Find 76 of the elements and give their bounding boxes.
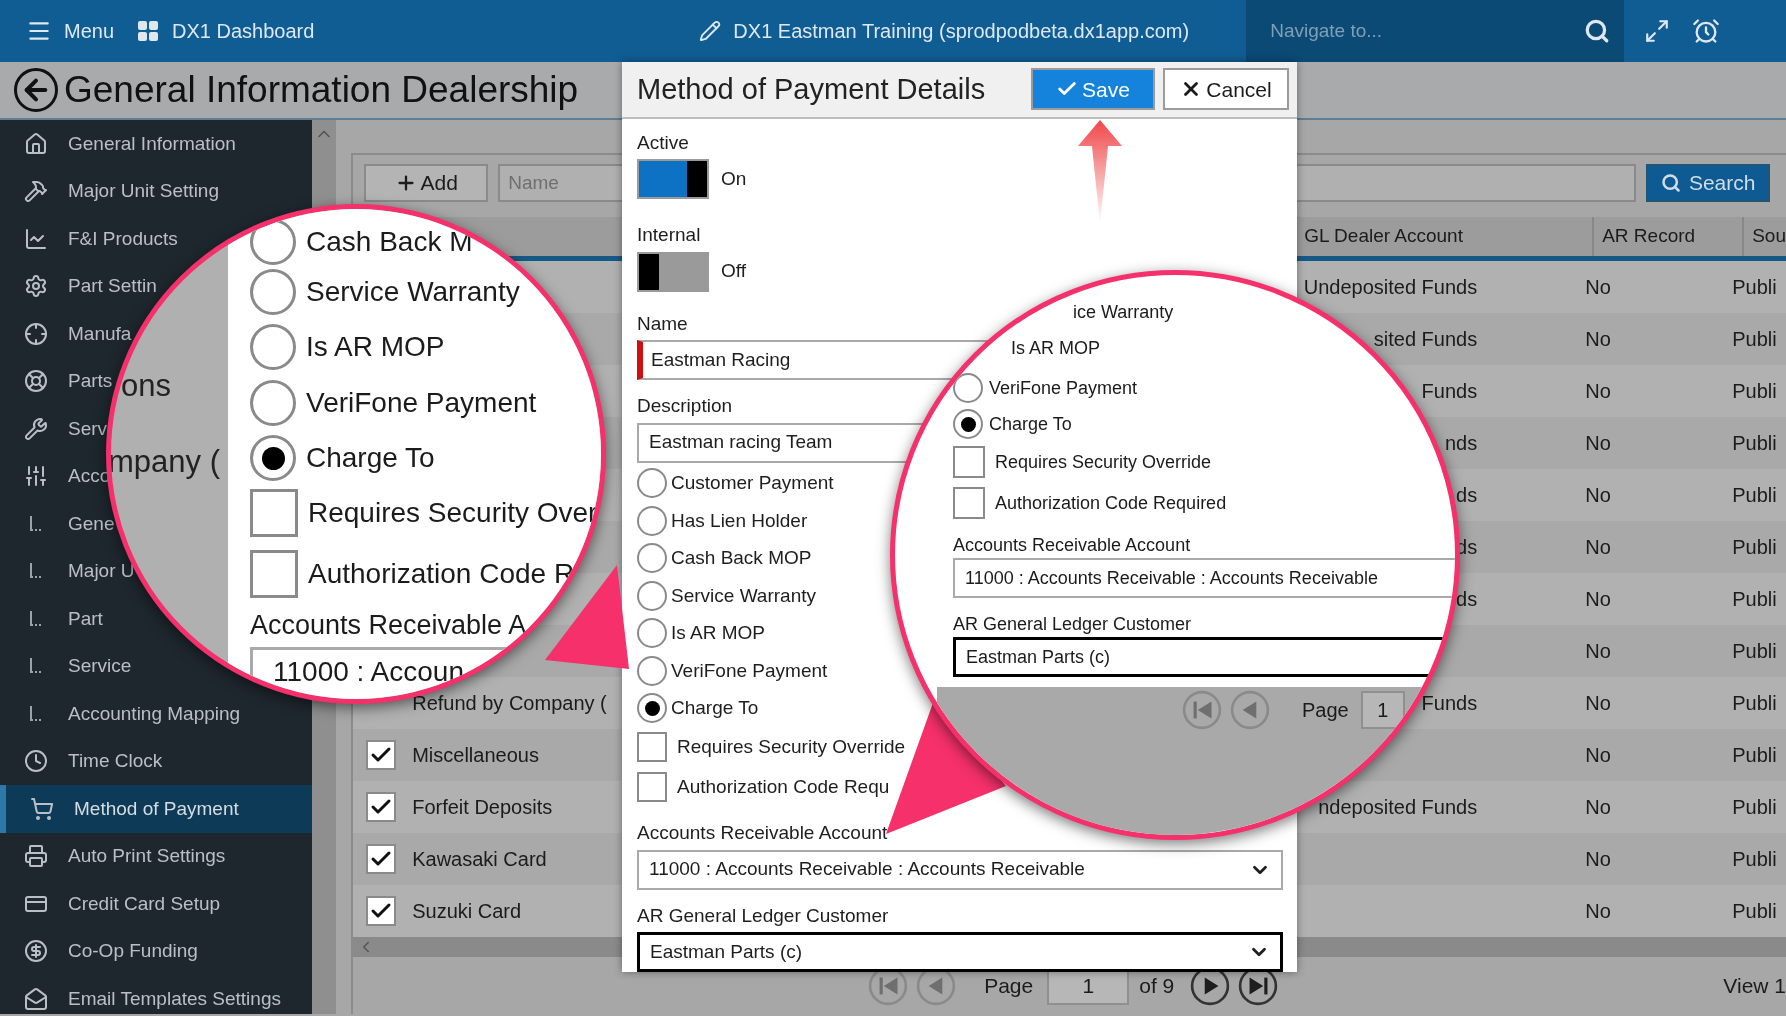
table-cell-text: Kawasaki Card [412, 847, 547, 872]
magnified-option-label: ice Warranty [1073, 301, 1174, 324]
table-cell-text: No [1585, 483, 1612, 508]
table-cell-text: Forfeit Deposits [412, 795, 553, 820]
table-cell-text: No [1585, 535, 1612, 560]
view-count: View 1 [1723, 972, 1786, 999]
table-cell-text: Funds [1421, 691, 1478, 716]
table-cell-text: ndeposited Funds [1318, 795, 1478, 820]
field-label: Accounts Receivable Account [637, 821, 888, 845]
dialog-title: Method of Payment Details [637, 71, 986, 107]
option-label: Charge To [671, 696, 759, 720]
table-cell-text: No [1585, 639, 1612, 664]
table-cell-text: Publi [1732, 275, 1777, 300]
option-label: Is AR MOP [671, 621, 765, 645]
magnified-option-label: Requires Security Override [995, 450, 1212, 474]
table-cell-text: Publi [1732, 691, 1777, 716]
page-title: General Information Dealership [64, 68, 579, 113]
table-cell-text: No [1585, 899, 1612, 924]
table-cell-text: Publi [1732, 535, 1777, 560]
magnified-field-label: AR General Ledger Customer [953, 613, 1192, 636]
option-label: Cash Back MOP [671, 546, 812, 570]
table-cell-text: No [1585, 795, 1612, 820]
magnified-option-label: VeriFone Payment [306, 386, 537, 420]
page-label: Page [984, 972, 1034, 999]
table-cell-text: No [1585, 587, 1612, 612]
page-label: Page [1302, 698, 1349, 723]
table-cell-text: Publi [1732, 483, 1777, 508]
magnified-option-label: Is AR MOP [1011, 337, 1100, 360]
table-cell-text: Funds [1421, 379, 1478, 404]
table-cell-text: No [1585, 691, 1612, 716]
option-label: Has Lien Holder [671, 508, 808, 533]
table-cell-text: Publi [1732, 639, 1777, 664]
table-cell-text: Publi [1732, 743, 1777, 768]
toggle-state: On [721, 166, 747, 191]
environment-title: DX1 Eastman Training (sprodpodbeta.dx1app.com) [733, 19, 1190, 44]
option-label: Authorization Code Requ [677, 774, 890, 799]
magnified-option-label: Charge To [989, 412, 1072, 436]
option-label: Customer Payment [671, 471, 834, 495]
table-cell-text: No [1585, 327, 1612, 352]
table-cell-text: Suzuki Card [412, 899, 522, 924]
table-cell-text: No [1585, 275, 1612, 300]
table-cell-text: Publi [1732, 431, 1777, 456]
option-label: Requires Security Override [677, 734, 906, 759]
table-cell-text: ds [1456, 587, 1478, 612]
table-cell-text: No [1585, 743, 1612, 768]
table-cell-text: Miscellaneous [412, 743, 539, 768]
field-label: Description [637, 394, 733, 418]
table-cell-text: ds [1456, 483, 1478, 508]
table-cell-text: No [1585, 847, 1612, 872]
table-cell-text: No [1585, 379, 1612, 404]
table-cell-text: Publi [1732, 587, 1777, 612]
table-cell-text: No [1585, 431, 1612, 456]
field-label: Name [637, 311, 688, 336]
table-cell-text: Publi [1732, 327, 1777, 352]
field-label: AR General Ledger Customer [637, 903, 889, 928]
magnified-option-label: Charge To [306, 441, 435, 475]
magnified-option-label: Service Warranty [306, 275, 520, 309]
table-cell-text: Undeposited Funds [1303, 275, 1478, 300]
magnified-field-label: Accounts Receivable Account [953, 534, 1191, 557]
magnified-account-field: 11000 : Accounts Receivable : Accounts Receivable [953, 558, 1455, 598]
toggle-state: Off [721, 259, 746, 284]
field-label: Active [637, 130, 689, 155]
table-cell-text: Publi [1732, 795, 1777, 820]
table-cell-text: Publi [1732, 379, 1777, 404]
table-cell-text: nds [1444, 431, 1478, 456]
page-count: of 9 [1139, 972, 1175, 999]
magnified-option-label: Is AR MOP [306, 330, 445, 364]
table-cell-text: sited Funds [1373, 327, 1478, 352]
table-cell-text: Publi [1732, 899, 1777, 924]
page-field: 1 [1360, 691, 1405, 729]
magnified-text: ons [121, 367, 171, 405]
option-label: Service Warranty [671, 583, 816, 608]
field-label: Internal [637, 223, 701, 247]
magnified-option-label: Authorization Code Required [995, 491, 1227, 515]
option-label: VeriFone Payment [671, 658, 828, 683]
table-cell-text: Publi [1732, 847, 1777, 872]
